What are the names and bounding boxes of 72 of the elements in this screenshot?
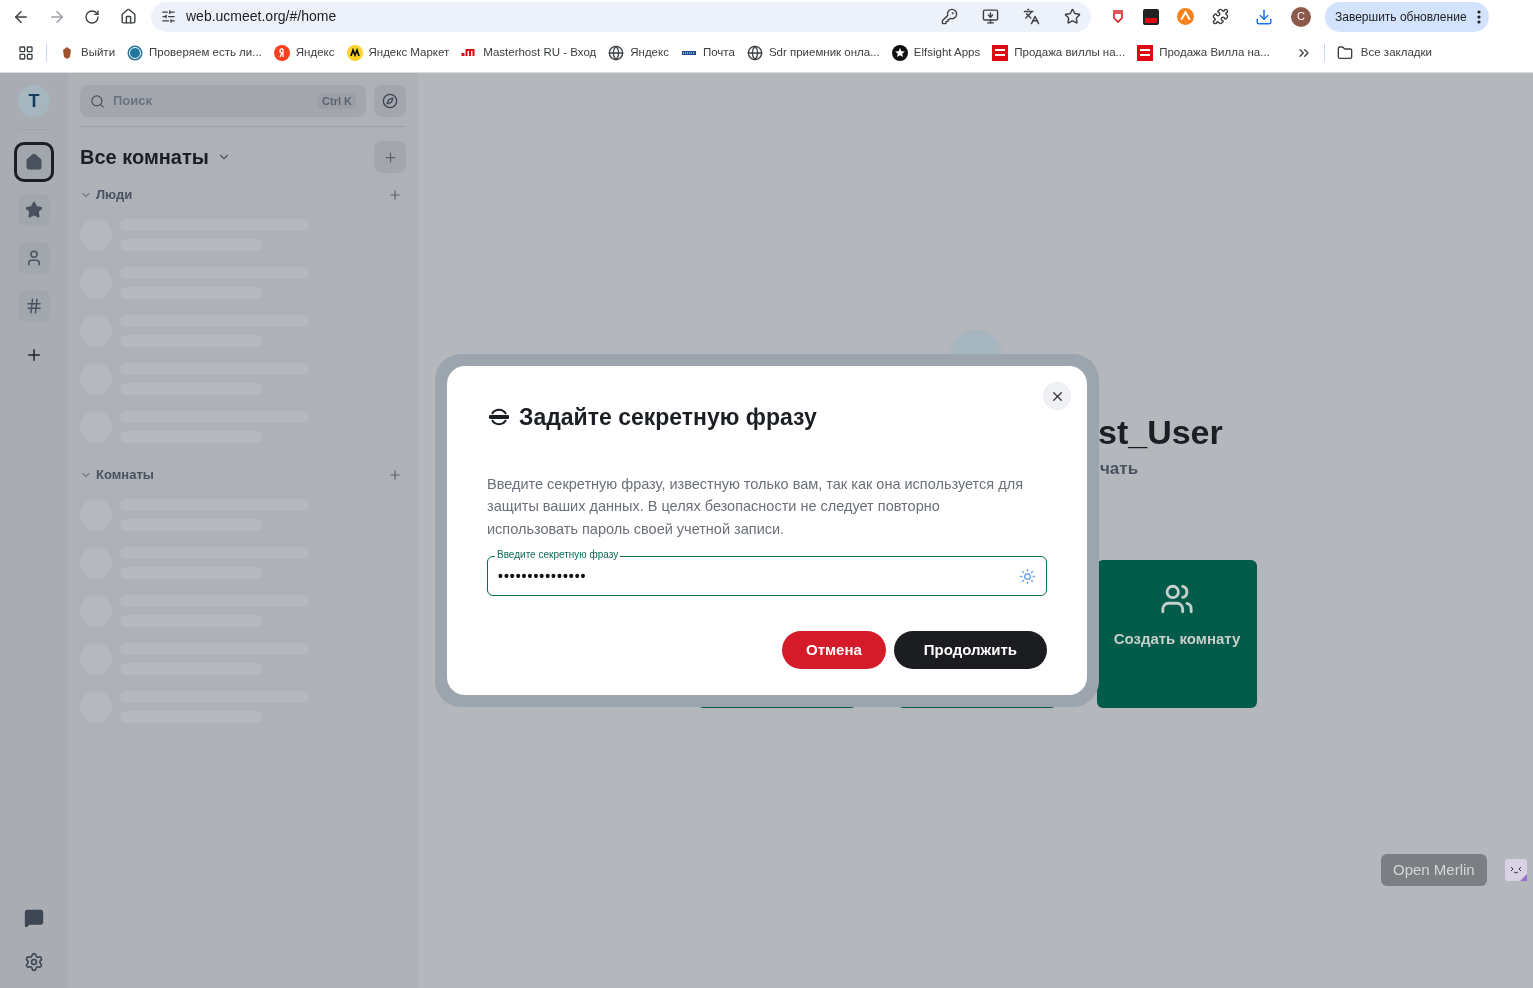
chat-icon[interactable]	[24, 908, 44, 928]
plus-icon	[382, 149, 398, 165]
bookmark-star-icon[interactable]	[1064, 8, 1081, 25]
mail-icon	[680, 50, 697, 55]
cancel-button[interactable]: Отмена	[781, 631, 886, 669]
subtitle: чать	[1100, 458, 1140, 480]
download-icon[interactable]	[1255, 7, 1273, 26]
user-name: st_User	[1098, 412, 1224, 452]
globe-icon	[746, 44, 763, 61]
bookmark[interactable]: Яндекс	[608, 43, 669, 62]
rail-button[interactable]	[18, 290, 50, 322]
close-button[interactable]	[1043, 382, 1071, 410]
search-icon	[90, 93, 105, 109]
install-icon[interactable]	[982, 8, 999, 25]
news-icon	[992, 44, 1009, 61]
settings-icon[interactable]	[24, 952, 44, 972]
bookmark[interactable]: Elfsight Apps	[891, 43, 981, 62]
rooms-title[interactable]: Все комнаты	[80, 142, 209, 172]
yandex-icon	[273, 44, 290, 61]
person-icon	[25, 249, 43, 267]
reload-icon[interactable]	[84, 8, 100, 25]
rail-button[interactable]	[14, 142, 54, 182]
dialog-description: Введите секретную фразу, известную только вам, так как она используется для защиты ваших данных. В целях безопасности не следует повторно использовать пароль своей учетной записи.	[487, 474, 1024, 539]
profile-avatar[interactable]: C	[1291, 6, 1311, 27]
key-icon[interactable]	[941, 8, 958, 25]
masterhost-icon	[461, 48, 478, 57]
bookmark[interactable]: Masterhost RU - Вход	[461, 43, 597, 62]
site-settings-icon[interactable]	[161, 9, 176, 24]
url-text: web.ucmeet.org/#/home	[186, 7, 338, 26]
extensions-icon[interactable]	[1212, 8, 1229, 25]
translate-icon[interactable]	[1023, 8, 1040, 25]
bookmark[interactable]: Яндекс Маркет	[346, 43, 450, 62]
bookmark[interactable]: Почта	[680, 43, 735, 62]
folder-icon	[1336, 44, 1353, 61]
bookmark[interactable]: Проверяем есть ли...	[127, 43, 262, 62]
section-title[interactable]: Комнаты	[96, 465, 388, 485]
add-icon[interactable]	[25, 346, 43, 364]
bookmark[interactable]: Яндекс	[273, 43, 335, 62]
home-icon	[25, 153, 43, 171]
explore-button[interactable]	[374, 85, 406, 117]
rail-button[interactable]	[18, 194, 50, 226]
wordpress-icon	[127, 44, 144, 61]
create-room-card[interactable]: Создать комнату	[1097, 559, 1257, 708]
bookmark[interactable]: Sdr приемник онла...	[746, 43, 880, 62]
search-placeholder: Поиск	[113, 92, 153, 111]
more-icon	[1476, 9, 1481, 24]
bookmark[interactable]: Продажа Вилла на...	[1137, 43, 1270, 62]
reveal-icon[interactable]	[1019, 567, 1036, 585]
apps-icon[interactable]	[18, 44, 34, 61]
passphrase-input[interactable]: •••••••••••••••	[498, 565, 1019, 587]
section-title[interactable]: Люди	[96, 185, 388, 205]
hash-icon	[25, 297, 43, 315]
merlin-icon[interactable]	[1504, 859, 1527, 881]
dialog-title: Задайте секретную фразу	[519, 403, 817, 432]
star-icon	[25, 201, 43, 219]
shield-icon[interactable]	[1111, 9, 1125, 24]
compass-icon	[382, 93, 398, 109]
field-label: Введите секретную фразу	[495, 548, 621, 562]
extension-icon[interactable]	[1143, 8, 1159, 25]
bookmark[interactable]: Выйти	[59, 43, 116, 62]
user-avatar[interactable]: T	[18, 85, 50, 117]
all-bookmarks[interactable]: Все закладки	[1336, 43, 1432, 62]
address-bar[interactable]: web.ucmeet.org/#/home	[151, 1, 1091, 32]
bookmark[interactable]: Продажа виллы на...	[992, 43, 1126, 62]
globe-icon	[608, 44, 625, 61]
news-icon	[1137, 44, 1154, 61]
market-icon	[346, 44, 363, 61]
rail-button[interactable]	[18, 242, 50, 274]
shortcut-hint: Ctrl K	[318, 92, 356, 110]
home-icon[interactable]	[120, 8, 137, 25]
update-button[interactable]: Завершить обновление	[1325, 1, 1489, 32]
continue-button[interactable]: Продолжить	[893, 631, 1047, 669]
